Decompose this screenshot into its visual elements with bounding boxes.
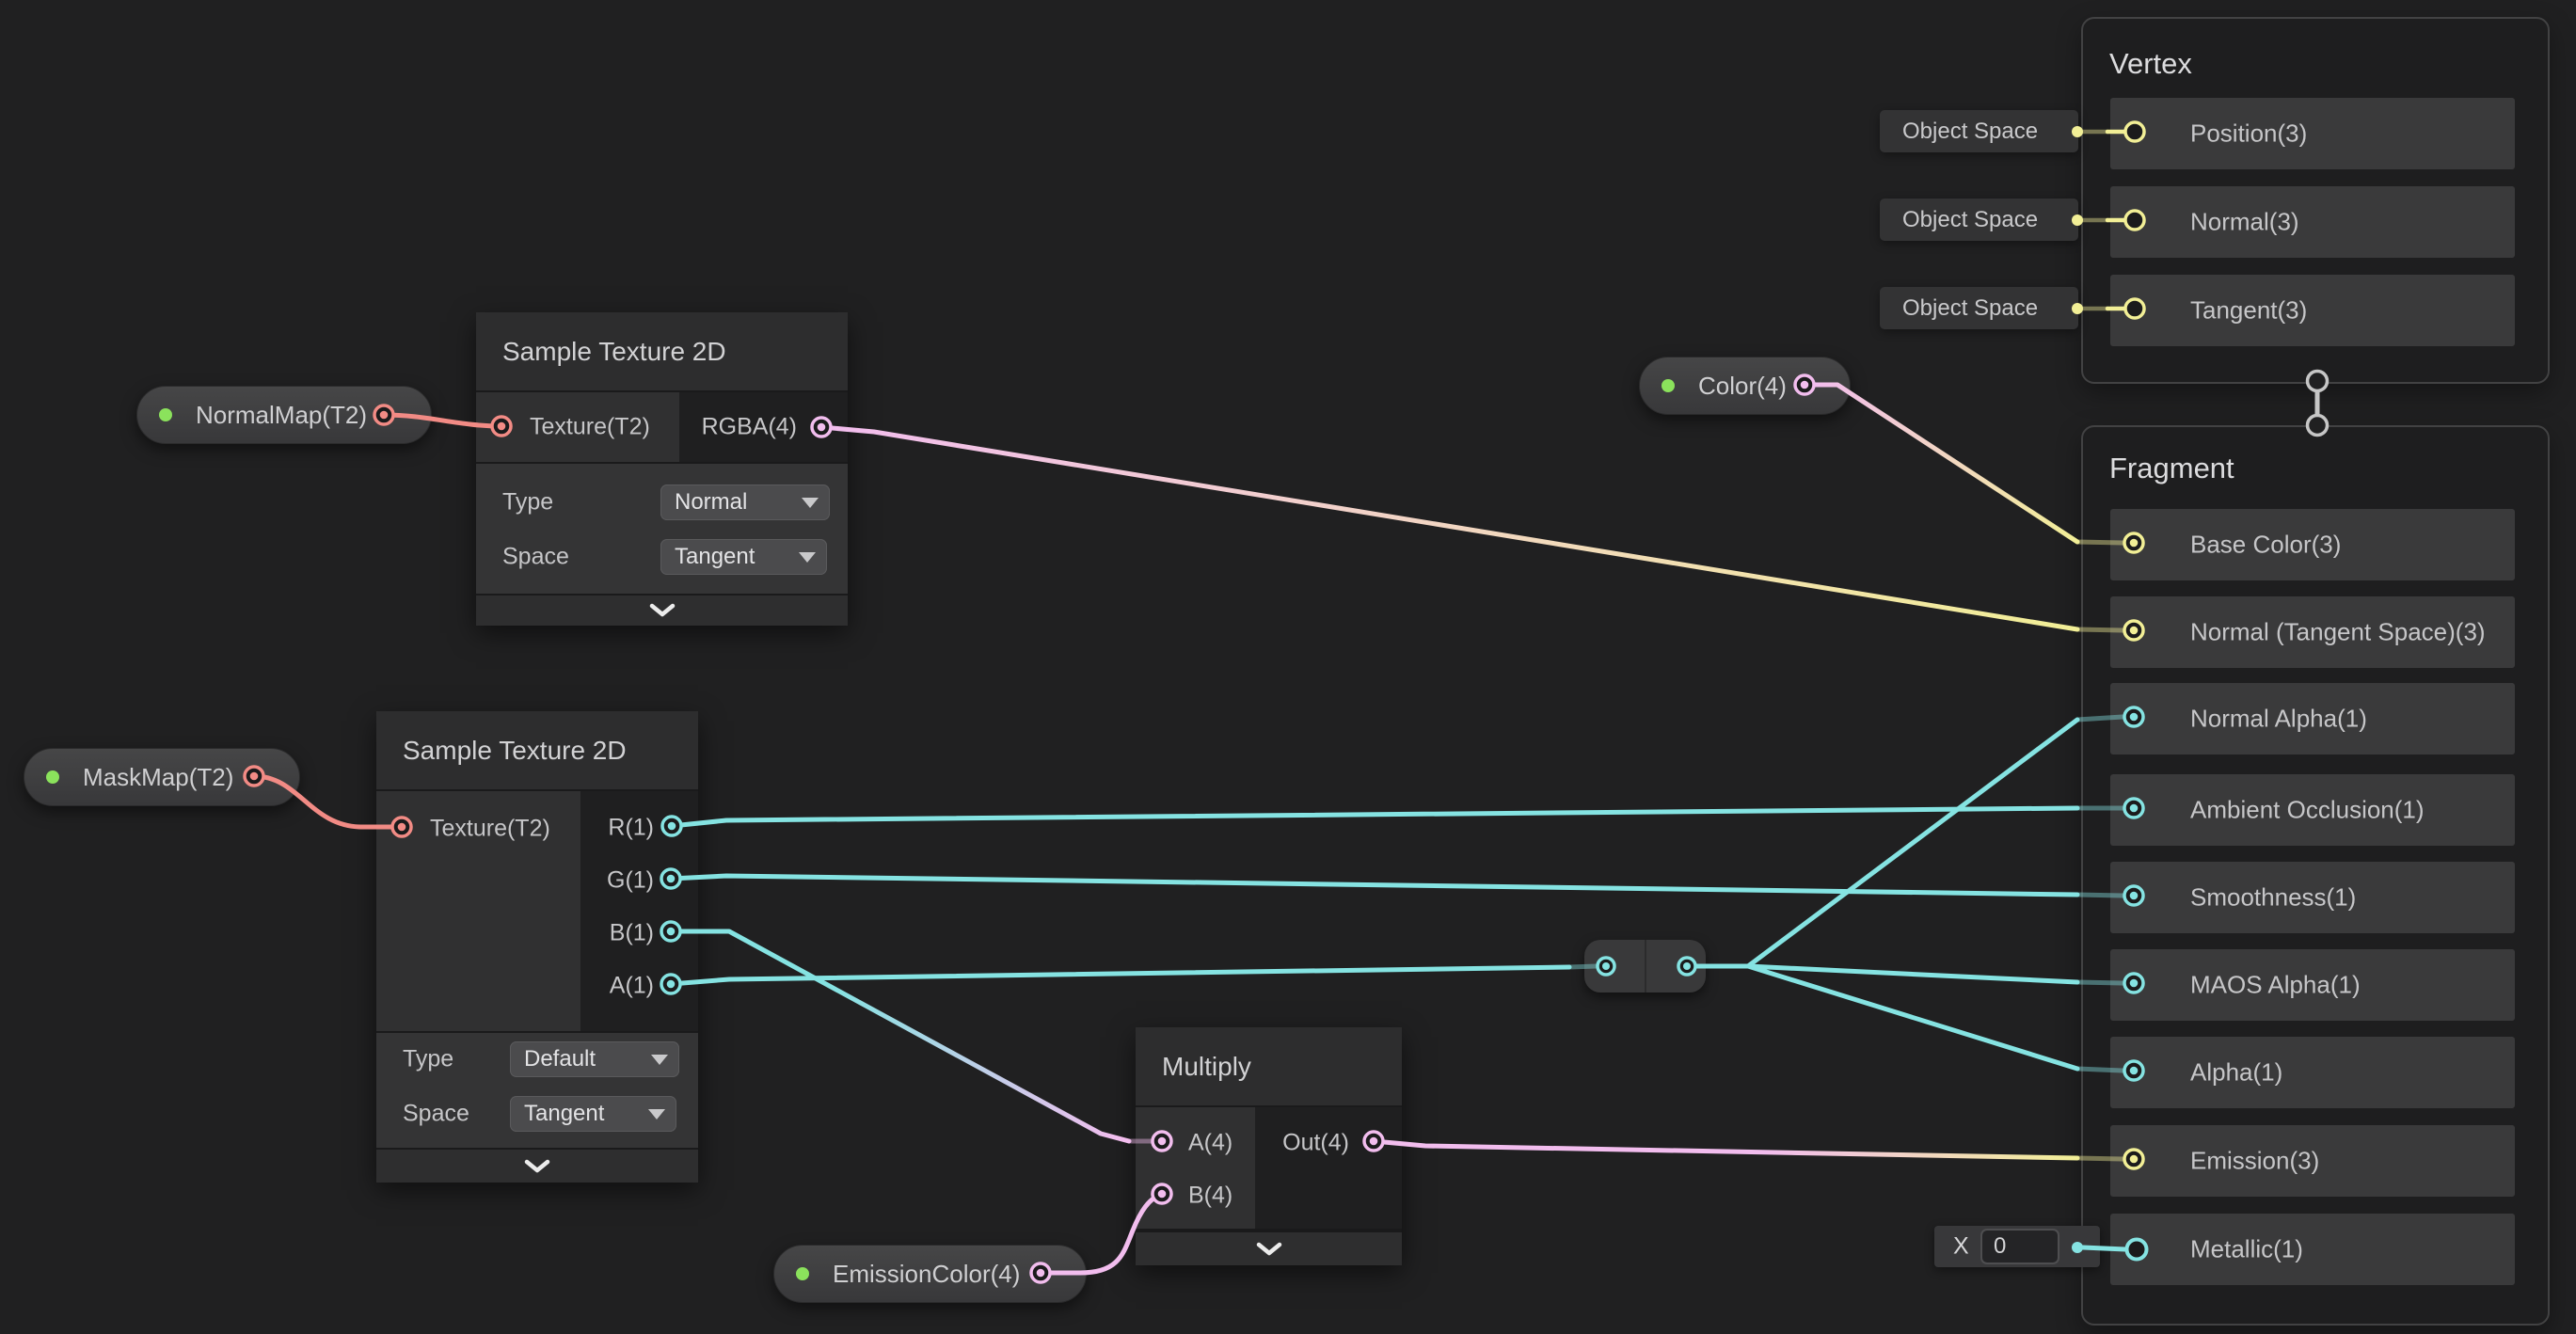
- port-ambient-occlusion[interactable]: [2124, 799, 2143, 818]
- objectspace-dot: [2072, 214, 2083, 226]
- edges[interactable]: [254, 132, 2317, 1273]
- port-alpha[interactable]: [2124, 1061, 2143, 1080]
- port-a-output[interactable]: [661, 975, 680, 993]
- edge-objectspace-ports: [2107, 132, 2124, 309]
- objectspace-dot: [2072, 303, 2083, 314]
- port-smoothness[interactable]: [2124, 886, 2143, 905]
- port-normalmap-output[interactable]: [374, 405, 393, 424]
- context-connector-top[interactable]: [2308, 372, 2328, 391]
- port-r-output[interactable]: [662, 817, 681, 835]
- port-redirect-out[interactable]: [1678, 958, 1695, 975]
- port-emission[interactable]: [2124, 1150, 2143, 1168]
- port-vertex-position[interactable]: [2125, 122, 2144, 141]
- objectspace-dot: [2072, 126, 2083, 137]
- metallic-default-dot: [2072, 1242, 2083, 1253]
- edge-layer: [0, 0, 2576, 1334]
- context-connector-bottom[interactable]: [2308, 416, 2328, 436]
- port-redirect-in[interactable]: [1598, 958, 1614, 975]
- ports: [245, 122, 2328, 1282]
- edge-color-basecolor[interactable]: [1805, 385, 2077, 542]
- port-normal-tangent-space[interactable]: [2124, 621, 2143, 640]
- port-vertex-tangent[interactable]: [2125, 299, 2144, 318]
- edge-maskmap-texture[interactable]: [254, 776, 402, 827]
- port-texture-input-top[interactable]: [492, 417, 511, 436]
- port-base-color[interactable]: [2124, 533, 2143, 552]
- port-metallic[interactable]: [2127, 1240, 2147, 1260]
- edge-normalmap-texture[interactable]: [384, 415, 501, 426]
- edge-rgba-normalts[interactable]: [821, 427, 2077, 629]
- port-maskmap-output[interactable]: [245, 767, 263, 786]
- port-g-output[interactable]: [661, 869, 680, 888]
- port-multiply-b[interactable]: [1153, 1184, 1171, 1203]
- port-maos-alpha[interactable]: [2124, 974, 2143, 993]
- port-b-output[interactable]: [661, 922, 680, 941]
- port-multiply-out[interactable]: [1364, 1132, 1383, 1151]
- shader-graph-canvas[interactable]: Vertex Position(3) Normal(3) Tangent(3) …: [0, 0, 2576, 1334]
- edge-x-metallic[interactable]: [2083, 1247, 2125, 1249]
- port-rgba-output[interactable]: [812, 418, 831, 437]
- edge-r-ambientocclusion[interactable]: [672, 808, 2077, 826]
- edge-b-multiply-a[interactable]: [671, 931, 1129, 1141]
- port-multiply-a[interactable]: [1153, 1132, 1171, 1151]
- port-color-output[interactable]: [1795, 375, 1814, 394]
- port-normal-alpha[interactable]: [2124, 707, 2143, 726]
- edge-multiply-emission[interactable]: [1374, 1141, 2077, 1158]
- port-vertex-normal[interactable]: [2125, 211, 2144, 230]
- port-emissioncolor-output[interactable]: [1031, 1263, 1050, 1282]
- port-texture-input-bottom[interactable]: [392, 818, 411, 836]
- edge-emissioncolor-multiply-b[interactable]: [1041, 1194, 1162, 1273]
